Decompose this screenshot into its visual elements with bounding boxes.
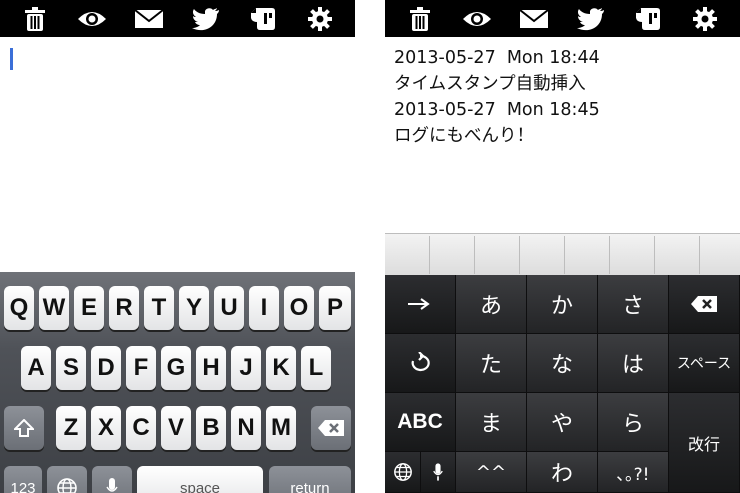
abc-key[interactable]: ABC [385,393,456,452]
key-l[interactable]: L [301,346,331,390]
key-o[interactable]: O [284,286,314,330]
key-sa[interactable]: さ [598,275,669,334]
key-a-kana[interactable]: あ [456,275,527,334]
twitter-icon[interactable] [573,4,609,34]
key-b[interactable]: B [196,406,226,450]
key-emoticon[interactable]: ^^ [456,452,527,493]
return-key[interactable]: return [269,466,351,493]
japanese-keyboard: あ か さ た な は スペース ABC ま や ら 改行 ^^ わ ､｡?! [385,275,740,493]
gear-icon[interactable] [687,4,723,34]
editor-line: 2013-05-27 Mon 18:44 [394,48,600,68]
next-candidate-key[interactable] [385,275,456,334]
microphone-key[interactable] [92,466,132,493]
editor-text[interactable]: 2013-05-27 Mon 18:44 タイムスタンプ自動挿入 2013-05… [394,45,730,149]
trash-icon[interactable] [402,4,438,34]
key-r[interactable]: R [109,286,139,330]
space-key[interactable]: スペース [669,334,740,393]
backspace-key[interactable] [311,406,351,450]
evernote-icon[interactable] [630,4,666,34]
key-m[interactable]: M [266,406,296,450]
backspace-key[interactable] [669,275,740,334]
key-u[interactable]: U [214,286,244,330]
key-v[interactable]: V [161,406,191,450]
key-punctuation[interactable]: ､｡?! [598,452,669,493]
candidate-cell[interactable] [430,236,475,274]
candidate-cell[interactable] [565,236,610,274]
key-w[interactable]: W [39,286,69,330]
key-q[interactable]: Q [4,286,34,330]
key-x[interactable]: X [91,406,121,450]
eye-icon[interactable] [74,4,110,34]
editor-line: 2013-05-27 Mon 18:45 [394,100,600,120]
key-t[interactable]: T [144,286,174,330]
candidate-cell[interactable] [385,236,430,274]
microphone-key[interactable] [421,452,456,493]
mail-icon[interactable] [131,4,167,34]
key-wa[interactable]: わ [527,452,598,493]
key-g[interactable]: G [161,346,191,390]
toolbar [0,0,355,37]
key-ha[interactable]: は [598,334,669,393]
twitter-icon[interactable] [188,4,224,34]
key-ta[interactable]: た [456,334,527,393]
globe-key[interactable] [47,466,87,493]
candidate-cell[interactable] [610,236,655,274]
editor-area-empty[interactable] [0,37,355,272]
mail-icon[interactable] [516,4,552,34]
key-h[interactable]: H [196,346,226,390]
key-c[interactable]: C [126,406,156,450]
key-j[interactable]: J [231,346,261,390]
key-f[interactable]: F [126,346,156,390]
key-z[interactable]: Z [56,406,86,450]
space-key[interactable]: space [137,466,263,493]
key-ka[interactable]: か [527,275,598,334]
key-a[interactable]: A [21,346,51,390]
candidate-cell[interactable] [475,236,520,274]
enter-key[interactable]: 改行 [669,393,740,493]
candidate-cell[interactable] [655,236,700,274]
trash-icon[interactable] [17,4,53,34]
globe-icon [393,463,412,481]
candidate-cell[interactable] [520,236,565,274]
key-n[interactable]: N [231,406,261,450]
undo-key[interactable] [385,334,456,393]
editor-line: タイムスタンプ自動挿入 [394,74,586,94]
key-e[interactable]: E [74,286,104,330]
key-k[interactable]: K [266,346,296,390]
key-d[interactable]: D [91,346,121,390]
key-y[interactable]: Y [179,286,209,330]
editor-line: ログにもべんり！ [394,126,534,146]
key-ra[interactable]: ら [598,393,669,452]
key-s[interactable]: S [56,346,86,390]
undo-icon [411,352,430,372]
english-keyboard: Q W E R T Y U I O P A S D F G H J K L Z … [0,272,355,493]
backspace-icon [318,420,344,436]
microphone-icon [106,478,118,492]
shift-key[interactable] [4,406,44,450]
numbers-key[interactable]: 123 [4,466,42,493]
toolbar [385,0,740,37]
key-ya[interactable]: や [527,393,598,452]
key-ma[interactable]: ま [456,393,527,452]
key-na[interactable]: な [527,334,598,393]
shift-icon [14,419,34,437]
key-p[interactable]: P [319,286,351,330]
eye-icon[interactable] [459,4,495,34]
globe-key[interactable] [385,452,421,493]
right-screen: 2013-05-27 Mon 18:44 タイムスタンプ自動挿入 2013-05… [385,0,740,493]
candidate-bar [385,233,740,276]
globe-icon [57,478,77,493]
backspace-icon [691,296,717,312]
arrow-right-icon [408,298,430,310]
key-i[interactable]: I [249,286,279,330]
microphone-icon [433,463,443,481]
gear-icon[interactable] [302,4,338,34]
evernote-icon[interactable] [245,4,281,34]
left-screen: Q W E R T Y U I O P A S D F G H J K L Z … [0,0,355,493]
